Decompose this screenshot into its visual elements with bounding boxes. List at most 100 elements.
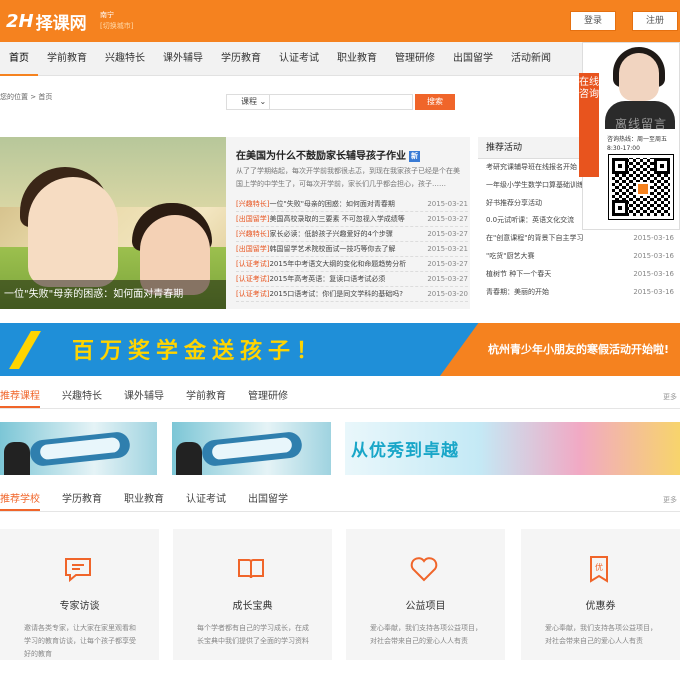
logo-mark: 2H (6, 11, 34, 32)
qr-corner (654, 158, 670, 174)
online-consult-tab[interactable]: 在线咨询 (579, 73, 599, 177)
card-desc: 每个学者都有自己的学习成长，在成长宝典中我们提供了全面的学习资料 (197, 624, 309, 645)
nav-item-degree[interactable]: 学历教育 (212, 42, 270, 76)
qr-corner (612, 158, 628, 174)
card-desc: 爱心奉献，我们支持各项公益项目，对社会带来自己的爱心人人有责 (370, 624, 482, 645)
ad-stripe (9, 331, 41, 369)
tab-recommended-schools[interactable]: 推荐学校 (0, 489, 40, 511)
activity-item[interactable]: 在"创意课程"的背景下自主学习 2015-03-16 (478, 230, 680, 248)
feature-card-growth-guide[interactable]: 成长宝典 每个学者都有自己的学习成长，在成长宝典中我们提供了全面的学习资料 (173, 529, 332, 660)
news-title: 韩国留学艺术院校面试一技巧等你去了解 (269, 245, 396, 253)
tab-study-abroad[interactable]: 出国留学 (248, 489, 288, 511)
search-input[interactable] (270, 94, 413, 110)
card-title: 公益项目 (405, 601, 446, 612)
ad-main-text: 百万奖学金送孩子！ (72, 339, 325, 364)
news-tag: [兴趣特长] (236, 200, 270, 208)
login-button[interactable]: 登录 (570, 11, 616, 31)
tab-management[interactable]: 管理研修 (248, 386, 288, 408)
nav-item-interest[interactable]: 兴趣特长 (96, 42, 154, 76)
course-image-1[interactable] (0, 422, 157, 475)
search-button[interactable]: 搜索 (415, 94, 455, 110)
promo-text: 从优秀到卓越 (351, 441, 459, 461)
tab-certification[interactable]: 认证考试 (186, 489, 226, 511)
activity-text: "吃货"厨艺大赛 (486, 251, 535, 260)
tab-recommended-courses[interactable]: 推荐课程 (0, 386, 40, 408)
news-title: 一位"失败"母亲的困惑：如何面对青春期 (269, 200, 395, 208)
tab-preschool[interactable]: 学前教育 (186, 386, 226, 408)
feature-card-expert-interview[interactable]: 专家访谈 邀请各类专家，让大家在家里观看和学习的教育访谈，让每个孩子都享受好的教… (0, 529, 159, 660)
tab-interest[interactable]: 兴趣特长 (62, 386, 102, 408)
activity-item[interactable]: 植树节 种下一个春天 2015-03-16 (478, 266, 680, 284)
activity-text: 好书推荐分享活动 (486, 198, 542, 207)
more-schools-link[interactable]: 更多 (663, 495, 677, 505)
feature-card-charity[interactable]: 公益项目 爱心奉献，我们支持各项公益项目，对社会带来自己的爱心人人有责 (346, 529, 505, 660)
nav-item-certification[interactable]: 认证考试 (270, 42, 328, 76)
news-item[interactable]: [出国留学]美国高校录取的三要素 不可忽视入学成绩等 2015-03-27 (236, 212, 468, 227)
nav-item-vocational[interactable]: 职业教育 (328, 42, 386, 76)
scholarship-ad-banner[interactable]: 百万奖学金送孩子！ 杭州青少年小朋友的寒假活动开始啦! (0, 323, 680, 376)
course-image-3[interactable]: 从优秀到卓越 (345, 422, 680, 475)
news-item[interactable]: [认证考试]2015年高考英语：复读口语考试必须 2015-03-27 (236, 272, 468, 287)
headline-text: 在美国为什么不鼓励家长辅导孩子作业 (236, 151, 406, 162)
feature-card-coupon[interactable]: 优 优惠券 爱心奉献，我们支持各项公益项目，对社会带来自己的爱心人人有责 (521, 529, 680, 660)
offline-message-button[interactable]: 离线留言 (605, 115, 677, 132)
nav-item-management[interactable]: 管理研修 (386, 42, 444, 76)
banner-mother (28, 177, 118, 287)
heart-icon (410, 557, 438, 582)
news-item[interactable]: [兴趣特长]家长必读：低龄孩子兴趣爱好的4个步骤 2015-03-27 (236, 227, 468, 242)
banner-caption[interactable]: 一位"失败"母亲的困惑：如何面对青春期 (0, 280, 226, 309)
news-item[interactable]: [兴趣特长]一位"失败"母亲的困惑：如何面对青春期 2015-03-21 (236, 197, 468, 212)
current-city: 南宁 (100, 11, 114, 19)
headline-summary: 从了了学期结起，每次开学前我都很忐忑，到现在我家孩子已经是个在美国上学的中学生了… (236, 167, 460, 188)
ad-side-text: 杭州青少年小朋友的寒假活动开始啦! (488, 343, 670, 356)
tab-degree[interactable]: 学历教育 (62, 489, 102, 511)
activity-item[interactable]: 青春期：美丽的开始 2015-03-16 (478, 284, 680, 302)
news-item[interactable]: [认证考试]2015年中考语文大纲的变化和命题趋势分析 2015-03-27 (236, 257, 468, 272)
card-desc: 邀请各类专家，让大家在家里观看和学习的教育访谈，让每个孩子都享受好的教育 (24, 624, 136, 658)
news-item[interactable]: [认证考试]2015口语考试：你们是同文学科的基础吗? 2015-03-20 (236, 287, 468, 302)
activity-text: 考研究课辅导班在线报名开始 (486, 163, 577, 171)
activity-item[interactable]: "吃货"厨艺大赛 2015-03-16 (478, 248, 680, 266)
nav-item-tutoring[interactable]: 课外辅导 (154, 42, 212, 76)
tab-vocational[interactable]: 职业教育 (124, 489, 164, 511)
news-item[interactable]: [出国留学]韩国留学艺术院校面试一技巧等你去了解 2015-03-21 (236, 242, 468, 257)
agent-avatar (619, 53, 659, 101)
search-bar: 课程 ⌄ 搜索 (226, 94, 455, 110)
nav-item-home[interactable]: 首页 (0, 42, 38, 76)
news-tag: [出国留学] (236, 215, 270, 223)
card-title: 优惠券 (585, 601, 616, 612)
register-button[interactable]: 注册 (632, 11, 678, 31)
nav-item-preschool[interactable]: 学前教育 (38, 42, 96, 76)
news-date: 2015-03-27 (427, 275, 468, 283)
card-desc: 爱心奉献，我们支持各项公益项目，对社会带来自己的爱心人人有责 (545, 624, 657, 645)
coupon-icon: 优 (590, 556, 608, 583)
chat-icon (65, 558, 91, 583)
news-title: 2015年高考英语：复读口语考试必须 (269, 275, 386, 283)
news-tag: [出国留学] (236, 245, 270, 253)
course-image-2[interactable] (172, 422, 331, 475)
qr-corner (612, 200, 628, 216)
city-selector[interactable]: 南宁 [切换城市] (100, 10, 133, 32)
new-badge-icon: 新 (409, 150, 420, 162)
chevron-down-icon: ⌄ (259, 97, 267, 106)
headline-link[interactable]: 在美国为什么不鼓励家长辅导孩子作业新 (236, 147, 420, 162)
qr-code-icon (608, 154, 674, 220)
news-tag: [认证考试] (236, 275, 270, 283)
news-title: 家长必读：低龄孩子兴趣爱好的4个步骤 (269, 230, 393, 238)
news-tag: [认证考试] (236, 260, 270, 268)
news-date: 2015-03-27 (427, 260, 468, 268)
tab-tutoring[interactable]: 课外辅导 (124, 386, 164, 408)
activity-date: 2015-03-16 (633, 251, 674, 260)
tabs-divider (0, 408, 680, 409)
nav-item-study-abroad[interactable]: 出国留学 (444, 42, 502, 76)
svg-text:优: 优 (595, 562, 603, 572)
course-tabs: 推荐课程 兴趣特长 课外辅导 学前教育 管理研修 (0, 386, 310, 408)
search-category-select[interactable]: 课程 ⌄ (226, 94, 270, 110)
nav-item-events[interactable]: 活动新闻 (502, 42, 560, 76)
more-courses-link[interactable]: 更多 (663, 392, 677, 402)
site-logo[interactable]: 2H 择课网 (6, 9, 87, 34)
switch-city-link[interactable]: [切换城市] (100, 21, 133, 32)
activity-text: 在"创意课程"的背景下自主学习 (486, 234, 584, 243)
activity-text: 植树节 种下一个春天 (486, 269, 552, 278)
activity-text: 青春期：美丽的开始 (486, 287, 549, 296)
